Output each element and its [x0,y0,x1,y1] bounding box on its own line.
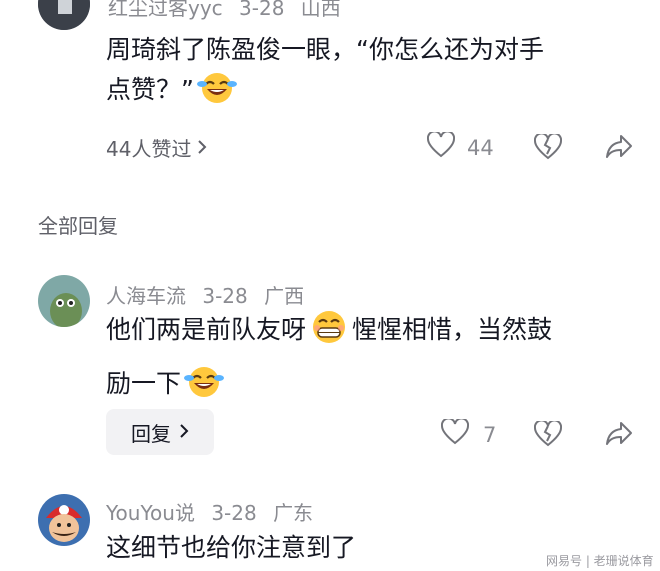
avatar[interactable] [38,0,90,30]
reply-button[interactable]: 回复 [106,409,214,455]
comment-meta: YouYou说 3-28 广东 [106,497,323,526]
comment-location: 广西 [264,284,305,308]
avatar[interactable] [38,275,90,327]
username[interactable]: 红尘过客yyc [108,0,223,20]
comment-meta: 人海车流 3-28 广西 [106,280,314,309]
comment-location: 山西 [300,0,341,20]
like-count: 44 [467,135,494,160]
avatar[interactable] [38,494,90,546]
laughing-crying-emoji-icon [196,70,237,116]
share-icon[interactable] [605,421,633,451]
dislike-broken-heart-icon[interactable] [533,132,563,164]
heart-icon [426,130,456,163]
likes-summary-link[interactable]: 44人赞过 [106,133,207,162]
comment-text-line: 他们两是前队友呀 惺惺相惜，当然鼓 [106,310,646,356]
share-icon[interactable] [605,134,633,164]
comment-text-line: 周琦斜了陈盈俊一眼，“你怎么还为对手 [106,35,544,64]
laughing-crying-emoji-icon [184,364,225,410]
comment-text-line: 点赞？” [106,70,646,116]
comment-location: 广东 [273,501,314,525]
chevron-right-icon [179,420,189,444]
comment-date: 3-28 [239,0,285,20]
watermark: 网易号 | 老珊说体育 [546,554,654,568]
section-title: 全部回复 [38,214,118,238]
comment-meta: 红尘过客yyc 3-28 山西 [108,0,351,21]
comment-date: 3-28 [211,501,257,525]
comment-text: 周琦斜了陈盈俊一眼，“你怎么还为对手 点赞？” [106,30,646,116]
username[interactable]: YouYou说 [106,501,195,525]
heart-icon [440,417,470,450]
comment-date: 3-28 [202,284,248,308]
like-count: 7 [483,422,497,447]
chevron-right-icon [197,136,207,160]
comment-text-line: 励一下 [106,364,646,410]
username[interactable]: 人海车流 [106,284,186,308]
comment-text: 他们两是前队友呀 惺惺相惜，当然鼓 励一下 [106,310,646,410]
comment-text: 这细节也给你注意到了 [106,533,357,562]
like-button[interactable]: 7 [440,417,497,450]
like-button[interactable]: 44 [426,130,494,163]
grinning-emoji-icon [309,310,349,356]
dislike-broken-heart-icon[interactable] [533,419,563,451]
